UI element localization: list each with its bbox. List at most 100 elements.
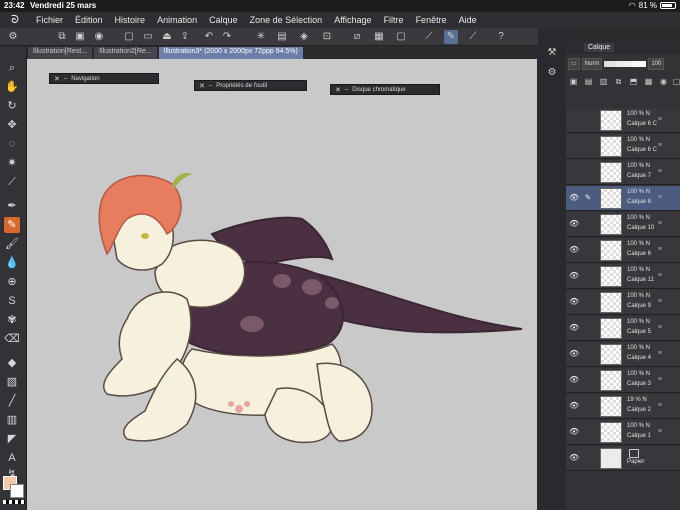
gallery-icon[interactable]: ▣ [73,30,87,44]
menu-calque[interactable]: Calque [203,15,244,25]
invert-selection-icon[interactable]: ▦ [372,30,386,44]
minimize-icon[interactable]: – [209,83,212,89]
rotate-icon[interactable]: ↻ [4,98,20,114]
selection-icon[interactable]: ▢ [394,30,408,44]
tab-calque[interactable]: Calque [584,43,615,52]
decoration-icon[interactable]: ✾ [4,312,20,328]
layer-row[interactable]: 100 % N Calque 7 ≡ [566,160,680,185]
layer-row[interactable]: 👁 100 % N Calque 5 ≡ [566,316,680,341]
eye-icon[interactable]: 👁 [569,375,579,385]
brush-icon[interactable]: ⟋ [466,30,480,44]
clip-icon[interactable]: ⬒ [628,76,639,87]
layer-row-paper[interactable]: 👁 Papier [566,446,680,471]
layer-color-icon[interactable]: ▭ [568,58,580,70]
undo-icon[interactable]: ↶ [202,30,216,44]
layer-row[interactable]: 👁 100 % N Calque 3 ≡ [566,368,680,393]
layer-row[interactable]: 👁 19 % N Calque 2 ≡ [566,394,680,419]
delete-layer-icon[interactable]: ▢ [671,76,680,87]
opacity-value[interactable]: 100 [648,58,665,70]
new-file-icon[interactable]: ▢ [122,30,136,44]
color-wheel-palette[interactable]: ✕ – Disque chromatique [330,84,440,95]
tab-illustration2[interactable]: Illustration2[Re... [94,47,157,59]
line-icon[interactable]: ╱ [4,393,20,409]
wrench-icon[interactable]: ⚒ [545,46,559,60]
close-icon[interactable]: ✕ [54,75,60,83]
opacity-slider[interactable] [604,61,647,67]
stamp-icon[interactable]: S [4,293,20,309]
app-logo-icon[interactable]: ᘐ [0,14,30,27]
drawing-canvas[interactable] [27,59,537,510]
eye-icon[interactable]: 👁 [569,271,579,281]
gear-icon[interactable]: ⚙ [545,66,559,80]
drag-handle-icon[interactable]: ≡ [658,324,662,331]
menu-filtre[interactable]: Filtre [378,15,410,25]
menu-affichage[interactable]: Affichage [328,15,377,25]
merge-icon[interactable]: ▦ [643,76,654,87]
mask-icon[interactable]: ◉ [658,76,669,87]
drag-handle-icon[interactable]: ≡ [658,272,662,279]
layer-row[interactable]: 👁 100 % N Calque 4 ≡ [566,342,680,367]
settings-icon[interactable]: ⚙ [6,30,20,44]
eye-icon[interactable]: 👁 [569,245,579,255]
layer-row[interactable]: 100 % N Calque 6 C ≡ [566,134,680,159]
balloon-icon[interactable]: ◤ [4,431,20,447]
visibility-toggle[interactable] [569,141,579,151]
visibility-toggle[interactable] [569,167,579,177]
zoom-icon[interactable]: ⌕ [4,60,20,76]
eyedropper-icon[interactable]: ⟋ [4,174,20,190]
magic-wand-icon[interactable]: ✷ [4,155,20,171]
redo-icon[interactable]: ↷ [220,30,234,44]
menu-aide[interactable]: Aide [453,15,483,25]
eraser-icon[interactable]: ⌫ [4,331,20,347]
open-icon[interactable]: ▭ [141,30,155,44]
fill-tool-icon[interactable]: ◆ [4,355,20,371]
airbrush-icon[interactable]: ⊕ [4,274,20,290]
deselect-icon[interactable]: ⧄ [350,30,364,44]
frame-icon[interactable]: ▥ [4,412,20,428]
export-icon[interactable]: ⇪ [178,30,192,44]
minimize-icon[interactable]: – [345,87,348,93]
drag-handle-icon[interactable]: ≡ [658,194,662,201]
brush-icon[interactable]: 🖌 [4,236,20,252]
menu-selection[interactable]: Zone de Sélection [244,15,329,25]
camera-icon[interactable]: ◉ [92,30,106,44]
help-icon[interactable]: ? [494,30,508,44]
eye-icon[interactable]: 👁 [569,427,579,437]
layer-row[interactable]: 👁 100 % N Calque 10 ≡ [566,212,680,237]
new-folder-icon[interactable]: ▥ [598,76,609,87]
eye-icon[interactable]: 👁 [569,193,579,203]
tool-properties-palette[interactable]: ✕ – Propriétés de l'outil [194,80,307,91]
pen-stabilizer-icon[interactable]: ✎ [444,30,458,44]
menu-histoire[interactable]: Histoire [109,15,152,25]
visibility-toggle[interactable] [569,115,579,125]
new-raster-layer-icon[interactable]: ▣ [568,76,579,87]
blend-icon[interactable]: 💧 [4,255,20,271]
layer-row[interactable]: 👁 100 % N Calque 6 ≡ [566,238,680,263]
clear-icon[interactable]: ▤ [275,30,289,44]
text-icon[interactable]: A [4,450,20,466]
menu-fichier[interactable]: Fichier [30,15,69,25]
drag-handle-icon[interactable]: ≡ [658,246,662,253]
drag-handle-icon[interactable]: ≡ [658,298,662,305]
eye-icon[interactable]: 👁 [569,453,579,463]
layer-row[interactable]: 👁 100 % N Calque 1 ≡ [566,420,680,445]
drag-handle-icon[interactable]: ≡ [658,428,662,435]
lasso-icon[interactable]: ◌ [4,136,20,152]
eye-icon[interactable]: 👁 [569,401,579,411]
layer-row[interactable]: 100 % N Calque 6 C ≡ [566,108,680,133]
tab-illustration[interactable]: Illustration[Rest... [28,47,93,59]
drag-handle-icon[interactable]: ≡ [658,220,662,227]
drag-handle-icon[interactable]: ≡ [658,142,662,149]
menu-edition[interactable]: Édition [69,15,109,25]
drag-handle-icon[interactable]: ≡ [658,350,662,357]
ruler-icon[interactable]: ⟋ [422,30,436,44]
drag-handle-icon[interactable]: ≡ [658,116,662,123]
loading-icon[interactable]: ✳ [254,30,268,44]
navigation-palette[interactable]: ✕ – Navigation [49,73,159,84]
new-canvas-icon[interactable]: ⧉ [55,30,69,44]
transform-icon[interactable]: ⊡ [320,30,334,44]
fill-icon[interactable]: ◈ [297,30,311,44]
layer-row[interactable]: 👁 100 % N Calque 9 ≡ [566,290,680,315]
menu-fenetre[interactable]: Fenêtre [410,15,453,25]
drag-handle-icon[interactable]: ≡ [658,168,662,175]
